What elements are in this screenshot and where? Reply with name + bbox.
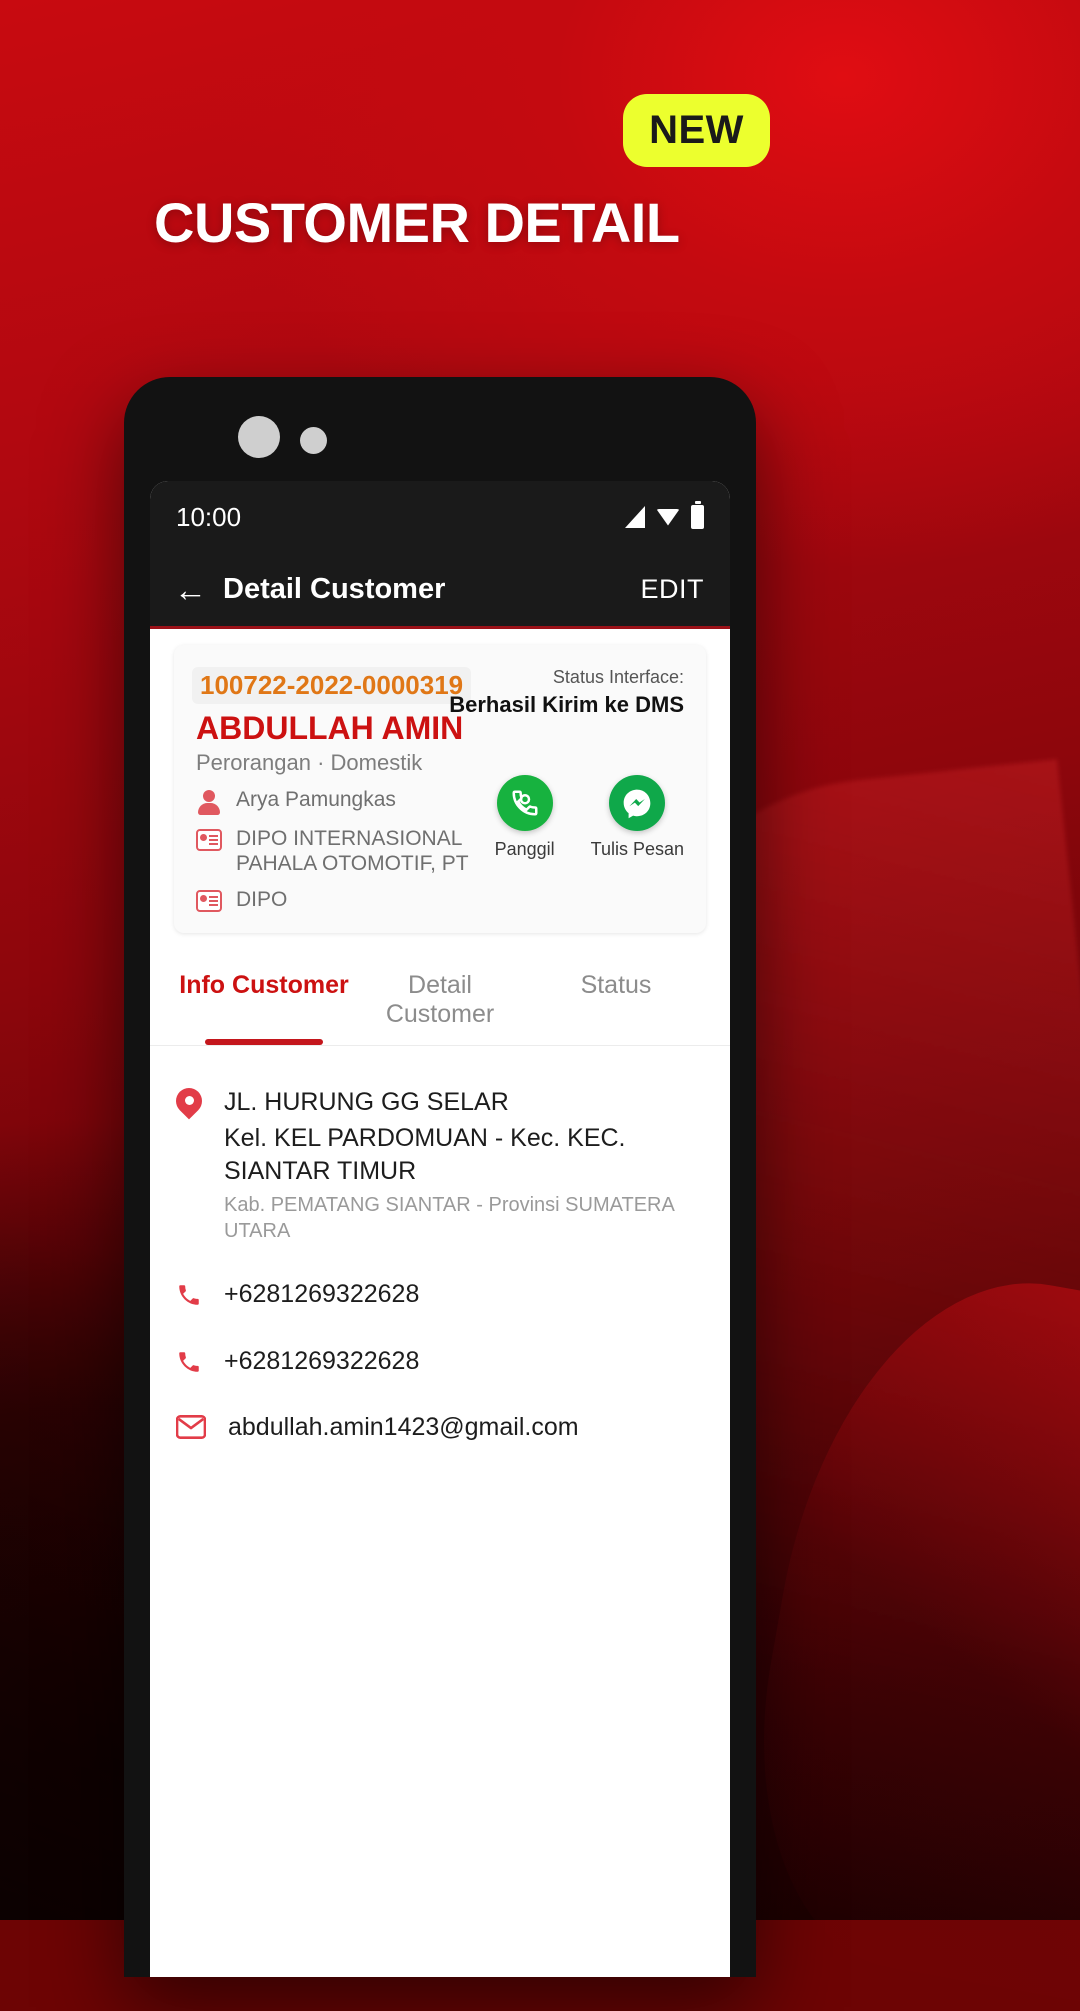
phone-primary-value: +6281269322628 bbox=[224, 1280, 420, 1309]
address-line-3: Kab. PEMATANG SIANTAR - Provinsi SUMATER… bbox=[224, 1194, 674, 1243]
phone-icon bbox=[176, 1280, 202, 1310]
battery-icon bbox=[691, 501, 704, 529]
email-row[interactable]: abdullah.amin1423@gmail.com bbox=[175, 1411, 704, 1444]
branch-row: DIPO bbox=[196, 887, 526, 913]
status-interface-value: Berhasil Kirim ke DMS bbox=[449, 692, 684, 717]
status-interface-block: Status Interface: Berhasil Kirim ke DMS bbox=[449, 667, 684, 718]
phone-primary-body: +6281269322628 bbox=[224, 1278, 704, 1311]
phone-icon bbox=[176, 1347, 202, 1377]
gmail-icon bbox=[175, 1415, 207, 1440]
back-arrow-icon[interactable]: ← bbox=[174, 573, 207, 606]
wifi-icon bbox=[656, 508, 680, 526]
promo-headline: CUSTOMER DETAIL bbox=[154, 191, 680, 254]
sales-person-value: Arya Pamungkas bbox=[236, 788, 396, 811]
phone-secondary-value: +6281269322628 bbox=[224, 1346, 420, 1375]
call-action[interactable]: Panggil bbox=[495, 775, 555, 860]
phone-call-icon[interactable] bbox=[496, 775, 553, 831]
sales-person-row: Arya Pamungkas bbox=[196, 787, 526, 815]
message-action[interactable]: Tulis Pesan bbox=[591, 775, 684, 860]
company-value: DIPO INTERNASIONAL PAHALA OTOMOTIF, PT bbox=[236, 827, 469, 876]
quick-actions: Panggil Tulis Pesan bbox=[495, 775, 684, 860]
info-customer-list: JL. HURUNG GG SELAR Kel. KEL PARDOMUAN -… bbox=[150, 1046, 730, 1444]
status-bar-clock: 10:00 bbox=[176, 501, 242, 532]
tab-info-customer[interactable]: Info Customer bbox=[176, 971, 352, 1045]
new-badge: NEW bbox=[623, 94, 770, 167]
signal-icon bbox=[625, 506, 645, 528]
app-bar-left: ← Detail Customer bbox=[174, 573, 445, 606]
id-card-icon bbox=[196, 829, 222, 851]
email-value: abdullah.amin1423@gmail.com bbox=[228, 1413, 579, 1442]
address-line-2: Kel. KEL PARDOMUAN - Kec. KEC. SIANTAR T… bbox=[224, 1124, 626, 1185]
camera-lens-secondary-icon bbox=[300, 427, 327, 454]
tab-detail-customer[interactable]: Detail Customer bbox=[352, 971, 528, 1045]
phone-screen: 10:00 ← Detail Customer EDIT 100722-2022… bbox=[150, 481, 730, 1977]
app-bar: ← Detail Customer EDIT bbox=[150, 553, 730, 629]
call-action-label: Panggil bbox=[494, 839, 555, 859]
tab-info-customer-label: Info Customer bbox=[179, 970, 349, 999]
edit-button[interactable]: EDIT bbox=[640, 574, 704, 605]
tab-status[interactable]: Status bbox=[528, 971, 704, 1045]
camera-lens-primary-icon bbox=[238, 416, 280, 458]
branch-value: DIPO bbox=[236, 888, 288, 912]
phone-row-secondary[interactable]: +6281269322628 bbox=[176, 1345, 704, 1378]
page-title: Detail Customer bbox=[223, 573, 446, 605]
status-interface-label: Status Interface: bbox=[552, 667, 684, 687]
tab-status-label: Status bbox=[580, 970, 652, 999]
address-body: JL. HURUNG GG SELAR Kel. KEL PARDOMUAN -… bbox=[224, 1086, 704, 1245]
tab-bar: Info Customer Detail Customer Status bbox=[150, 971, 730, 1045]
message-action-label: Tulis Pesan bbox=[590, 839, 684, 859]
customer-code: 100722-2022-0000319 bbox=[192, 667, 472, 704]
customer-summary-card: 100722-2022-0000319 ABDULLAH AMIN Perora… bbox=[174, 645, 706, 933]
person-icon bbox=[196, 789, 222, 815]
phone-row-primary[interactable]: +6281269322628 bbox=[176, 1278, 704, 1311]
customer-type: Perorangan · Domestik bbox=[196, 750, 423, 775]
location-pin-icon bbox=[176, 1088, 202, 1122]
screen-content: 100722-2022-0000319 ABDULLAH AMIN Perora… bbox=[150, 645, 730, 1977]
id-card-icon bbox=[196, 890, 222, 913]
address-row: JL. HURUNG GG SELAR Kel. KEL PARDOMUAN -… bbox=[176, 1086, 704, 1245]
company-row: DIPO INTERNASIONAL PAHALA OTOMOTIF, PT bbox=[196, 826, 526, 876]
email-body: abdullah.amin1423@gmail.com bbox=[228, 1411, 704, 1444]
address-line-1: JL. HURUNG GG SELAR bbox=[224, 1087, 509, 1116]
phone-mockup: 10:00 ← Detail Customer EDIT 100722-2022… bbox=[124, 377, 756, 1977]
status-bar: 10:00 bbox=[150, 481, 730, 553]
new-badge-label: NEW bbox=[649, 108, 744, 152]
messenger-icon[interactable] bbox=[609, 775, 666, 831]
status-bar-icons bbox=[625, 501, 704, 529]
tab-active-indicator bbox=[205, 1038, 323, 1045]
phone-secondary-body: +6281269322628 bbox=[224, 1345, 704, 1378]
tab-detail-customer-label: Detail Customer bbox=[385, 970, 495, 1028]
